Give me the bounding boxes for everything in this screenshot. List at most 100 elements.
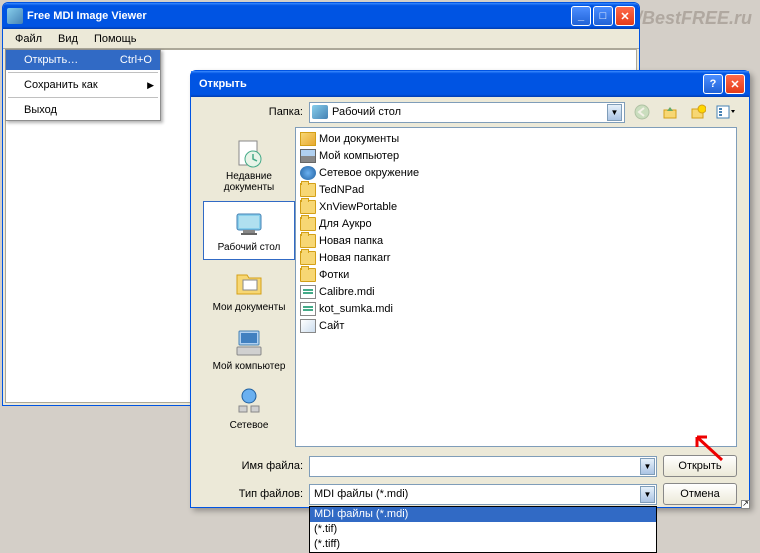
folder-combo[interactable]: Рабочий стол ▼ (309, 102, 625, 123)
file-item-label: Мои документы (319, 133, 399, 145)
file-item[interactable]: Сайт (298, 317, 734, 334)
place-mydocs-label: Мои документы (213, 302, 286, 313)
open-button[interactable]: Открыть (663, 455, 737, 477)
filename-dropdown-button[interactable]: ▼ (640, 458, 655, 475)
mdi-icon (300, 302, 316, 316)
up-folder-button[interactable] (659, 102, 681, 122)
file-list[interactable]: Мои документы Мой компьютер Сетевое окруже… (295, 127, 737, 447)
dialog-close-button[interactable]: ✕ (725, 74, 745, 94)
menu-item-open-shortcut: Ctrl+O (120, 54, 152, 66)
menu-separator (8, 72, 158, 73)
menu-help[interactable]: Помощь (86, 31, 145, 47)
place-recent[interactable]: Недавние документы (203, 131, 295, 199)
file-menu-dropdown: Открыть… Ctrl+O Сохранить как ▶ Выход (5, 49, 161, 121)
maximize-button[interactable]: □ (593, 6, 613, 26)
menu-item-exit-label: Выход (24, 104, 57, 116)
folder-combo-dropdown-button[interactable]: ▼ (607, 104, 622, 121)
desktop-place-icon (233, 208, 265, 240)
dialog-titlebar[interactable]: Открыть ? ✕ (191, 71, 749, 97)
filetype-option[interactable]: MDI файлы (*.mdi) (310, 507, 656, 522)
mycomp-icon (300, 149, 316, 163)
network-icon (300, 166, 316, 180)
filetype-option[interactable]: (*.tif) (310, 522, 656, 537)
file-item-label: Calibre.mdi (319, 286, 375, 298)
cancel-button[interactable]: Отмена (663, 483, 737, 505)
folder-icon (300, 234, 316, 248)
submenu-arrow-icon: ▶ (147, 80, 154, 91)
file-item-label: kot_sumka.mdi (319, 303, 393, 315)
file-item-label: Для Аукро (319, 218, 372, 230)
menu-view[interactable]: Вид (50, 31, 86, 47)
minimize-button[interactable]: _ (571, 6, 591, 26)
mydocs-icon (233, 268, 265, 300)
folder-icon (300, 251, 316, 265)
filetype-value: MDI файлы (*.mdi) (314, 488, 408, 500)
folder-icon (300, 217, 316, 231)
file-item[interactable]: TedNPad (298, 181, 734, 198)
menu-item-save-as-label: Сохранить как (24, 79, 98, 91)
main-titlebar[interactable]: Free MDI Image Viewer _ □ ✕ (3, 3, 639, 29)
new-folder-button[interactable] (687, 102, 709, 122)
menu-item-open-label: Открыть… (24, 54, 78, 66)
file-item[interactable]: Мой компьютер (298, 147, 734, 164)
file-item-label: Новая папкаrr (319, 252, 390, 264)
mdi-icon (300, 285, 316, 299)
menu-file[interactable]: Файл (7, 31, 50, 47)
recent-icon (233, 137, 265, 169)
place-desktop-label: Рабочий стол (218, 242, 281, 253)
places-bar: Недавние документы Рабочий стол Мои доку… (203, 127, 295, 447)
app-icon (7, 8, 23, 24)
folder-icon (300, 268, 316, 282)
main-title: Free MDI Image Viewer (27, 10, 571, 22)
file-item-label: XnViewPortable (319, 201, 397, 213)
file-item-label: Мой компьютер (319, 150, 399, 162)
file-item[interactable]: Для Аукро (298, 215, 734, 232)
dialog-toolbar: Папка: Рабочий стол ▼ (191, 97, 749, 127)
filetype-option[interactable]: (*.tiff) (310, 537, 656, 552)
menu-item-exit[interactable]: Выход (6, 100, 160, 120)
file-item[interactable]: Мои документы (298, 130, 734, 147)
mydocs-icon (300, 132, 316, 146)
file-item[interactable]: Новая папкаrr (298, 249, 734, 266)
menu-item-save-as[interactable]: Сохранить как ▶ (6, 75, 160, 95)
back-button (631, 102, 653, 122)
filetype-dropdown-button[interactable]: ▼ (640, 486, 655, 503)
view-menu-button[interactable] (715, 102, 737, 122)
filetype-dropdown-list: MDI файлы (*.mdi)(*.tif)(*.tiff) (309, 506, 657, 553)
folder-label: Папка: (203, 106, 303, 118)
filename-label: Имя файла: (203, 460, 303, 472)
mycomp-icon (233, 327, 265, 359)
file-item[interactable]: kot_sumka.mdi (298, 300, 734, 317)
file-item-label: Новая папка (319, 235, 383, 247)
filetype-combo[interactable]: MDI файлы (*.mdi) ▼ MDI файлы (*.mdi)(*.… (309, 484, 657, 505)
place-network-label: Сетевое (230, 420, 269, 431)
folder-icon (300, 183, 316, 197)
desktop-icon (312, 105, 328, 119)
open-dialog: Открыть ? ✕ Папка: Рабочий стол ▼ Недавн… (190, 70, 750, 508)
file-item-label: Сайт (319, 320, 344, 332)
place-recent-label: Недавние документы (205, 171, 293, 193)
filename-input[interactable]: ▼ (309, 456, 657, 477)
place-mycomp[interactable]: Мой компьютер (203, 321, 295, 378)
file-item[interactable]: Новая папка (298, 232, 734, 249)
file-item-label: Фотки (319, 269, 349, 281)
network-icon (233, 386, 265, 418)
place-mydocs[interactable]: Мои документы (203, 262, 295, 319)
menu-item-open[interactable]: Открыть… Ctrl+O (6, 50, 160, 70)
link-icon (300, 319, 316, 333)
close-button[interactable]: ✕ (615, 6, 635, 26)
file-item[interactable]: Calibre.mdi (298, 283, 734, 300)
filetype-label: Тип файлов: (203, 488, 303, 500)
file-item[interactable]: Сетевое окружение (298, 164, 734, 181)
folder-combo-value: Рабочий стол (332, 106, 607, 118)
file-item-label: TedNPad (319, 184, 364, 196)
dialog-title: Открыть (195, 78, 703, 90)
place-desktop[interactable]: Рабочий стол (203, 201, 295, 260)
folder-icon (300, 200, 316, 214)
place-network[interactable]: Сетевое (203, 380, 295, 437)
dialog-help-button[interactable]: ? (703, 74, 723, 94)
place-mycomp-label: Мой компьютер (213, 361, 286, 372)
file-item-label: Сетевое окружение (319, 167, 419, 179)
file-item[interactable]: XnViewPortable (298, 198, 734, 215)
file-item[interactable]: Фотки (298, 266, 734, 283)
